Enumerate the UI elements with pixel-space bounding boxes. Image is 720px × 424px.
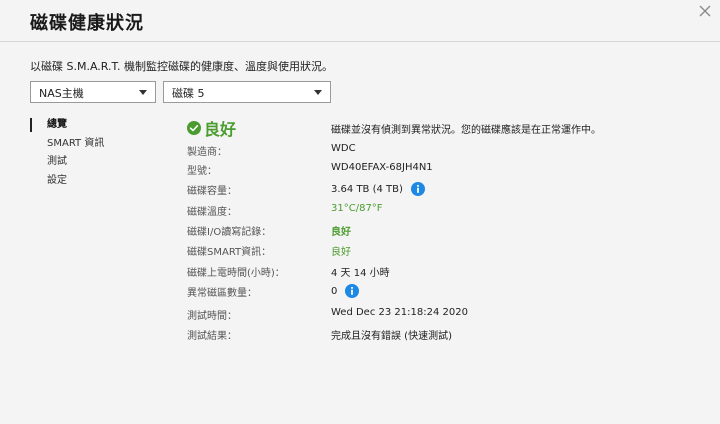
nav-item-smart-info[interactable]: SMART 資訊 bbox=[30, 137, 104, 156]
dialog-header: 磁碟健康狀況 bbox=[0, 0, 720, 42]
detail-value-wrap: 0 bbox=[331, 284, 360, 298]
info-icon[interactable] bbox=[345, 284, 360, 298]
chevron-down-icon bbox=[314, 90, 322, 95]
nav-item-settings[interactable]: 設定 bbox=[30, 174, 104, 193]
detail-value: 良好 bbox=[331, 227, 351, 238]
detail-label: 測試時間： bbox=[187, 311, 237, 322]
close-icon[interactable] bbox=[698, 4, 712, 18]
detail-value: 完成且沒有錯誤 (快速測試) bbox=[331, 331, 452, 342]
detail-value: WD40EFAX-68JH4N1 bbox=[331, 162, 433, 173]
detail-label: 磁碟I/O讀寫記錄： bbox=[187, 227, 272, 238]
detail-value: Wed Dec 23 21:18:24 2020 bbox=[331, 307, 468, 318]
side-nav: 總覽 SMART 資訊 測試 設定 bbox=[30, 118, 104, 192]
info-icon[interactable] bbox=[410, 182, 425, 196]
detail-label: 型號： bbox=[187, 166, 217, 177]
detail-label: 測試結果： bbox=[187, 331, 237, 342]
device-select-value: NAS主機 bbox=[39, 87, 84, 100]
detail-value-wrap: 3.64 TB (4 TB) bbox=[331, 182, 425, 196]
detail-value: 0 bbox=[331, 285, 338, 297]
detail-label: 磁碟上電時間(小時)： bbox=[187, 268, 285, 279]
nav-item-test[interactable]: 測試 bbox=[30, 155, 104, 174]
check-circle-icon bbox=[187, 121, 201, 135]
disk-select-value: 磁碟 5 bbox=[172, 87, 205, 100]
dialog-title: 磁碟健康狀況 bbox=[30, 13, 144, 34]
health-status-message: 磁碟並沒有偵測到異常狀況。您的磁碟應該是在正常運作中。 bbox=[331, 125, 601, 136]
chevron-down-icon bbox=[139, 90, 147, 95]
nav-item-overview[interactable]: 總覽 bbox=[30, 118, 104, 137]
health-status: 良好 bbox=[187, 116, 236, 140]
detail-value: 良好 bbox=[331, 247, 351, 258]
detail-value: 3.64 TB (4 TB) bbox=[331, 183, 403, 195]
health-status-label: 良好 bbox=[204, 120, 237, 139]
detail-value: 4 天 14 小時 bbox=[331, 268, 390, 279]
disk-select[interactable]: 磁碟 5 bbox=[163, 81, 331, 103]
device-select[interactable]: NAS主機 bbox=[30, 81, 156, 103]
detail-label: 磁碟SMART資訊： bbox=[187, 247, 272, 258]
detail-label: 磁碟容量： bbox=[187, 186, 237, 197]
detail-label: 異常磁區數量： bbox=[187, 288, 257, 299]
dialog-description: 以磁碟 S.M.A.R.T. 機制監控磁碟的健康度、溫度與使用狀況。 bbox=[30, 60, 333, 73]
detail-label: 磁碟溫度： bbox=[187, 207, 237, 218]
detail-value: 31°C/87°F bbox=[331, 203, 383, 214]
detail-label: 製造商： bbox=[187, 147, 227, 158]
detail-value: WDC bbox=[331, 143, 356, 154]
